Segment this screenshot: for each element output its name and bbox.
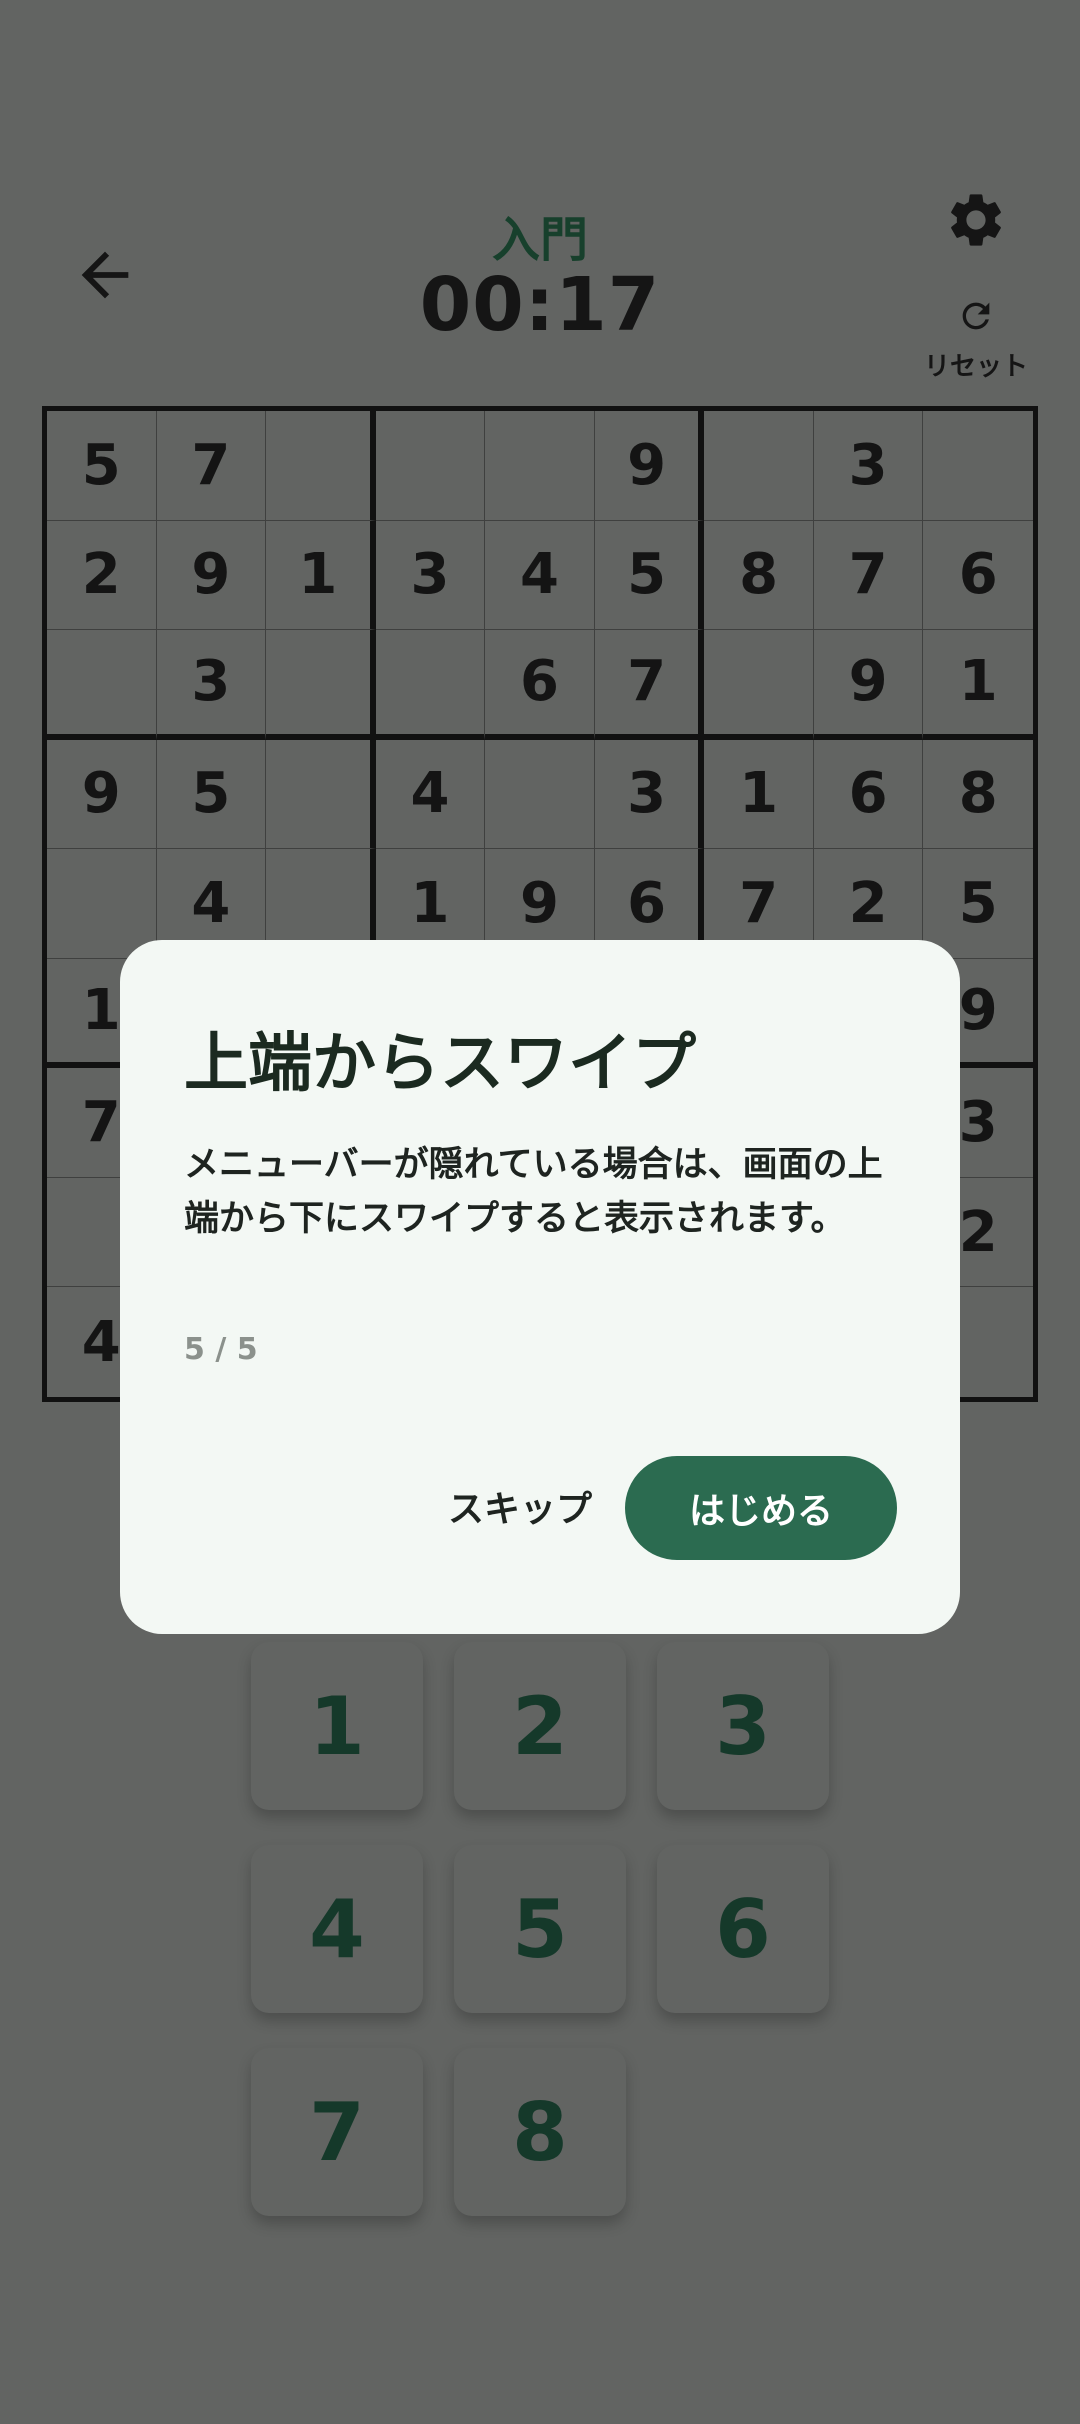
keypad-key-6[interactable]: 6: [657, 1845, 829, 2013]
keypad-key-4[interactable]: 4: [251, 1845, 423, 2013]
board-cell[interactable]: 5: [156, 739, 267, 850]
board-cell[interactable]: 1: [266, 520, 376, 631]
board-cell[interactable]: [266, 630, 376, 740]
board-cell[interactable]: 1: [923, 630, 1033, 740]
keypad-key-5[interactable]: 5: [454, 1845, 626, 2013]
keypad-key-8[interactable]: 8: [454, 2048, 626, 2216]
difficulty-label: 入門: [491, 212, 588, 268]
board-cell[interactable]: 3: [594, 739, 705, 850]
board-cell[interactable]: 9: [47, 739, 157, 850]
board-cell[interactable]: [375, 411, 486, 521]
tutorial-dialog: 上端からスワイプ メニューバーが隠れている場合は、画面の上端から下にスワイプする…: [120, 940, 960, 1634]
board-cell[interactable]: 9: [156, 520, 267, 631]
board-cell[interactable]: [266, 739, 376, 850]
board-cell[interactable]: [266, 411, 376, 521]
board-cell[interactable]: 7: [594, 630, 705, 740]
dialog-body: メニューバーが隠れている場合は、画面の上端から下にスワイプすると表示されます。: [184, 1145, 883, 1239]
reset-label: リセット: [923, 352, 1028, 382]
board-cell[interactable]: 1: [704, 739, 814, 850]
keypad-key-2[interactable]: 2: [454, 1642, 626, 1810]
board-cell[interactable]: 4: [375, 739, 486, 850]
board-cell[interactable]: 6: [485, 630, 595, 740]
board-cell[interactable]: 5: [923, 849, 1033, 959]
board-cell[interactable]: [47, 630, 157, 740]
gear-icon: [951, 194, 1001, 246]
keypad-key-3[interactable]: 3: [657, 1642, 829, 1810]
board-cell[interactable]: 9: [594, 411, 705, 521]
board-cell[interactable]: 5: [47, 411, 157, 521]
board-cell[interactable]: 5: [594, 520, 705, 631]
keypad-key-1[interactable]: 1: [251, 1642, 423, 1810]
board-cell[interactable]: 6: [923, 521, 1033, 631]
refresh-icon: [962, 302, 990, 330]
board-cell[interactable]: [375, 630, 486, 740]
board-cell[interactable]: 6: [813, 739, 924, 850]
board-cell[interactable]: 9: [813, 630, 924, 740]
board-cell[interactable]: [485, 739, 595, 850]
board-cell[interactable]: 2: [47, 520, 157, 631]
board-cell[interactable]: 4: [485, 520, 595, 631]
board-cell[interactable]: [485, 411, 595, 521]
start-button[interactable]: はじめる: [625, 1456, 897, 1560]
board-cell[interactable]: 3: [156, 630, 267, 740]
board-cell[interactable]: [704, 411, 814, 521]
settings-button[interactable]: [944, 188, 1008, 252]
skip-button[interactable]: スキップ: [410, 1454, 630, 1558]
board-cell[interactable]: [704, 630, 814, 740]
board-cell[interactable]: 3: [813, 411, 924, 521]
page-indicator: 5 / 5: [184, 1332, 258, 1367]
reset-button[interactable]: リセット: [918, 296, 1034, 382]
board-cell[interactable]: 8: [923, 740, 1033, 850]
board-cell[interactable]: 7: [156, 411, 267, 521]
keypad-key-7[interactable]: 7: [251, 2048, 423, 2216]
board-cell[interactable]: 3: [375, 520, 486, 631]
board-cell[interactable]: 7: [813, 520, 924, 631]
board-cell[interactable]: [47, 849, 157, 959]
dialog-title: 上端からスワイプ: [184, 1027, 696, 1101]
board-cell[interactable]: [923, 411, 1033, 521]
board-cell[interactable]: 8: [704, 520, 814, 631]
